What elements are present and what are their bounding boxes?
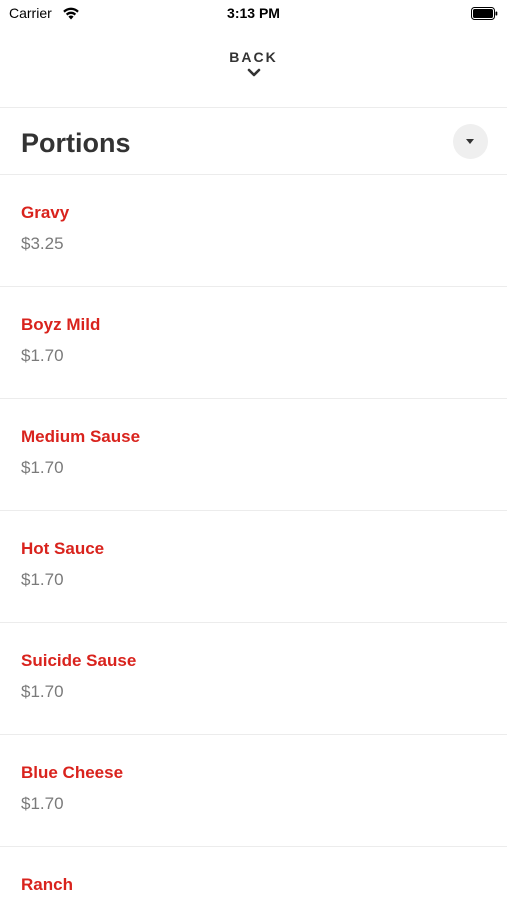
item-name: Medium Sause [21, 427, 141, 446]
item-price: $1.70 [21, 570, 64, 589]
item-name: Hot Sauce [21, 539, 105, 558]
status-time: 3:13 PM [227, 5, 280, 21]
list-item[interactable]: Medium Sause $1.70 [0, 399, 507, 511]
section-dropdown-button[interactable] [453, 124, 488, 159]
item-price: $1.70 [21, 346, 64, 365]
chevron-down-icon [247, 68, 260, 77]
section-title: Portions [21, 128, 131, 158]
list-item[interactable]: Gravy $3.25 [0, 175, 507, 287]
battery-icon [471, 7, 498, 20]
back-label: BACK [229, 49, 278, 65]
list-item[interactable]: Boyz Mild $1.70 [0, 287, 507, 399]
item-price: $3.25 [21, 234, 64, 253]
status-bar: Carrier 3:13 PM [0, 0, 507, 28]
item-name: Gravy [21, 203, 70, 222]
item-price: $1.70 [21, 458, 64, 477]
list-item[interactable]: Suicide Sause $1.70 [0, 623, 507, 735]
section-header: Portions [0, 108, 507, 174]
list-item[interactable]: Hot Sauce $1.70 [0, 511, 507, 623]
item-price: $1.70 [21, 794, 64, 813]
item-name: Blue Cheese [21, 763, 124, 782]
item-name: Boyz Mild [21, 315, 101, 334]
item-name: Suicide Sause [21, 651, 137, 670]
item-name: Ranch [21, 875, 73, 894]
list-item[interactable]: Blue Cheese $1.70 [0, 735, 507, 847]
back-button[interactable]: BACK [203, 46, 304, 92]
item-price: $1.70 [21, 682, 64, 701]
caret-down-icon [466, 139, 474, 144]
list-item[interactable]: Ranch [0, 847, 507, 900]
